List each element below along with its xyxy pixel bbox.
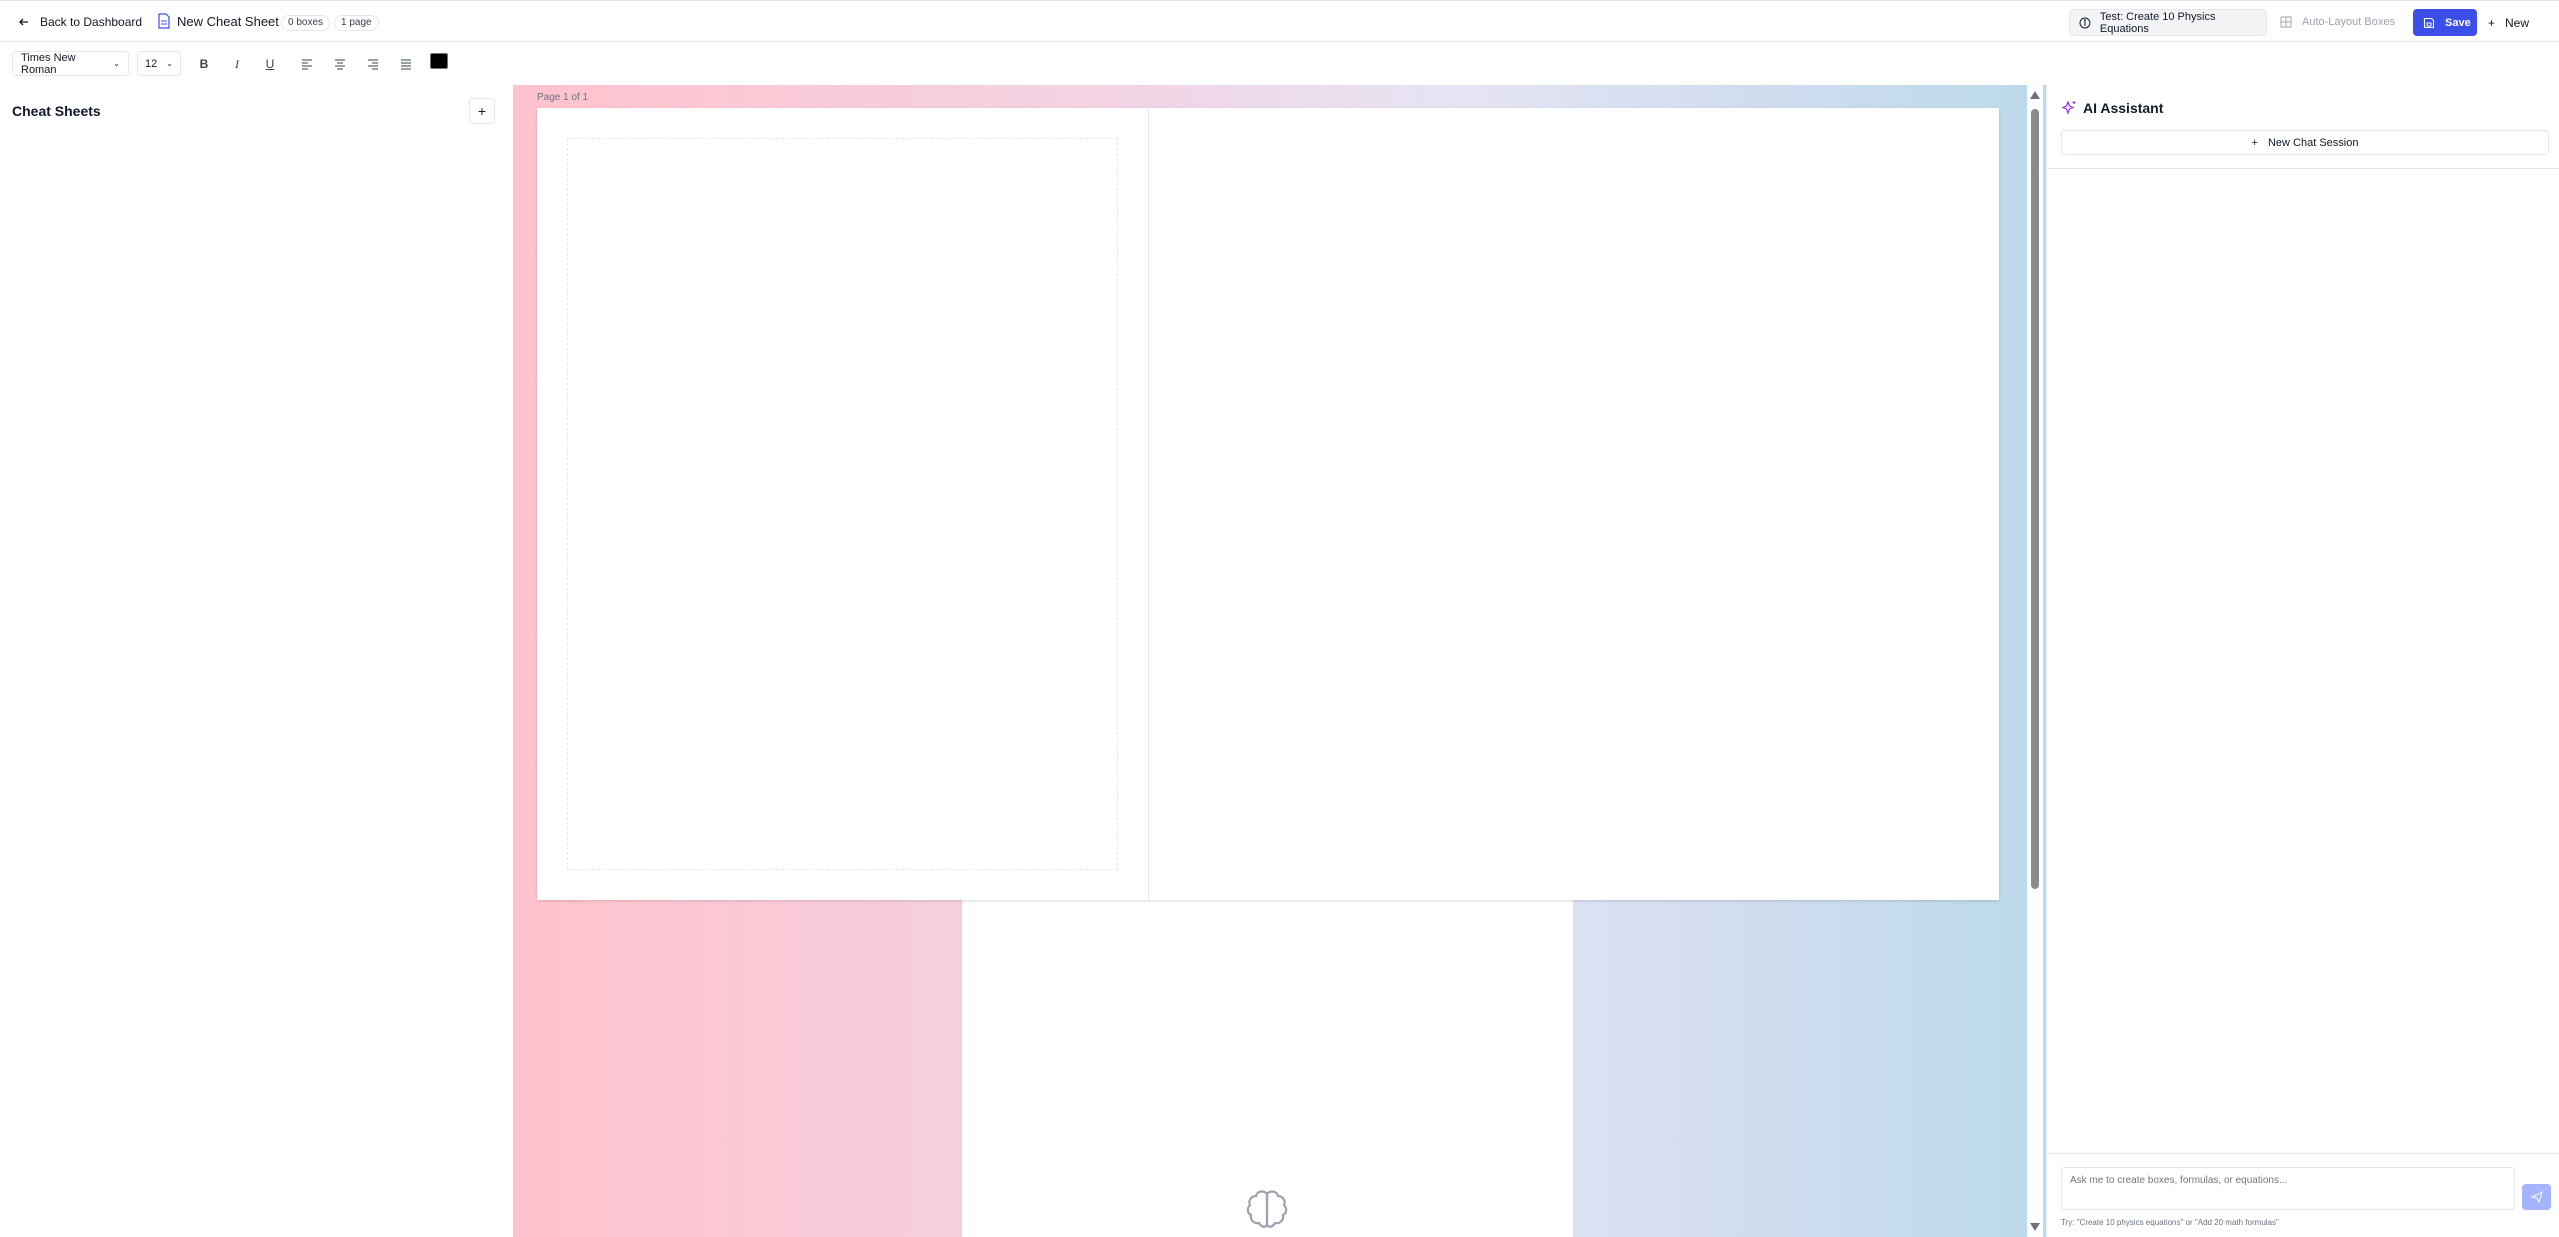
save-icon	[2423, 17, 2435, 28]
flask-icon	[2079, 17, 2091, 28]
plus-icon: +	[2251, 136, 2258, 149]
chat-hint: Try: "Create 10 physics equations" or "A…	[2061, 1218, 2279, 1227]
auto-layout-button[interactable]: Auto-Layout Boxes	[2280, 11, 2395, 33]
font-size-select[interactable]: 12 ⌄	[137, 51, 181, 76]
bold-button[interactable]: B	[194, 54, 214, 74]
test-button-label: Test: Create 10 Physics Equations	[2099, 10, 2216, 35]
bold-icon: B	[199, 57, 209, 71]
add-cheat-sheet-button[interactable]: +	[469, 98, 495, 124]
ai-assistant-title: AI Assistant	[2083, 100, 2164, 116]
sparkles-icon	[2061, 100, 2076, 115]
test-physics-equations-button[interactable]: Test: Create 10 Physics Equations	[2069, 9, 2267, 36]
back-to-dashboard-button[interactable]: Back to Dashboard	[18, 11, 142, 33]
sidebar-title: Cheat Sheets	[12, 103, 101, 119]
divider	[2047, 168, 2559, 169]
back-label: Back to Dashboard	[40, 15, 143, 29]
font-size-value: 12	[145, 57, 158, 70]
cheat-sheet-page[interactable]	[537, 108, 1999, 900]
brain-icon	[1246, 1190, 1288, 1228]
document-title[interactable]: New Cheat Sheet	[157, 13, 279, 29]
top-header: Back to Dashboard New Cheat Sheet 0 boxe…	[0, 0, 2559, 42]
page-content-area[interactable]	[567, 138, 1118, 870]
arrow-left-icon	[19, 18, 28, 26]
pages-count-badge: 1 page	[334, 15, 379, 31]
italic-icon: I	[235, 56, 239, 71]
new-label: New	[2505, 15, 2530, 30]
save-button[interactable]: Save	[2413, 9, 2477, 36]
align-justify-icon	[401, 59, 411, 70]
scrollbar-thumb[interactable]	[2031, 109, 2039, 889]
send-button[interactable]	[2522, 1184, 2551, 1210]
scroll-up-arrow-icon[interactable]	[2030, 91, 2040, 99]
boxes-count-badge: 0 boxes	[281, 15, 331, 31]
new-chat-label: New Chat Session	[2267, 136, 2359, 149]
cheat-sheets-sidebar: Cheat Sheets +	[0, 85, 512, 1237]
font-family-value: Times New Roman	[21, 51, 76, 76]
align-left-icon	[302, 59, 312, 70]
document-title-text: New Cheat Sheet	[177, 13, 279, 29]
background-card	[962, 900, 1573, 1237]
plus-icon: +	[2488, 15, 2496, 30]
underline-button[interactable]: U	[260, 54, 280, 74]
plus-icon: +	[477, 103, 487, 119]
canvas-scrollbar[interactable]	[2027, 85, 2043, 1237]
align-left-button[interactable]	[297, 54, 317, 74]
auto-layout-label: Auto-Layout Boxes	[2302, 16, 2395, 28]
font-family-select[interactable]: Times New Roman ⌄	[12, 51, 129, 76]
ai-assistant-header: AI Assistant	[2061, 100, 2163, 116]
app-root: Back to Dashboard New Cheat Sheet 0 boxe…	[0, 0, 2559, 1237]
ai-assistant-panel: AI Assistant + New Chat Session Try: "Cr…	[2046, 85, 2559, 1237]
canvas-area: Page 1 of 1	[513, 85, 2220, 1237]
format-toolbar: Times New Roman ⌄ 12 ⌄ B I U	[0, 43, 2559, 84]
new-chat-session-button[interactable]: + New Chat Session	[2061, 130, 2549, 155]
save-label: Save	[2445, 16, 2471, 29]
column-divider	[1148, 108, 1149, 900]
align-center-icon	[335, 59, 345, 70]
chat-input[interactable]	[2061, 1167, 2515, 1210]
align-right-button[interactable]	[363, 54, 383, 74]
grid-icon	[2280, 16, 2292, 28]
page-indicator: Page 1 of 1	[537, 92, 589, 103]
scroll-down-arrow-icon[interactable]	[2030, 1223, 2040, 1231]
chevron-down-icon: ⌄	[166, 59, 173, 68]
new-button[interactable]: + New	[2488, 9, 2529, 36]
send-icon	[2530, 1191, 2543, 1203]
text-color-picker[interactable]	[430, 53, 448, 69]
italic-button[interactable]: I	[227, 54, 247, 74]
align-right-icon	[368, 59, 378, 70]
align-center-button[interactable]	[330, 54, 350, 74]
align-justify-button[interactable]	[396, 54, 416, 74]
file-text-icon	[158, 13, 170, 29]
chevron-down-icon: ⌄	[113, 59, 120, 68]
underline-icon: U	[265, 57, 275, 71]
divider	[2047, 1153, 2559, 1154]
